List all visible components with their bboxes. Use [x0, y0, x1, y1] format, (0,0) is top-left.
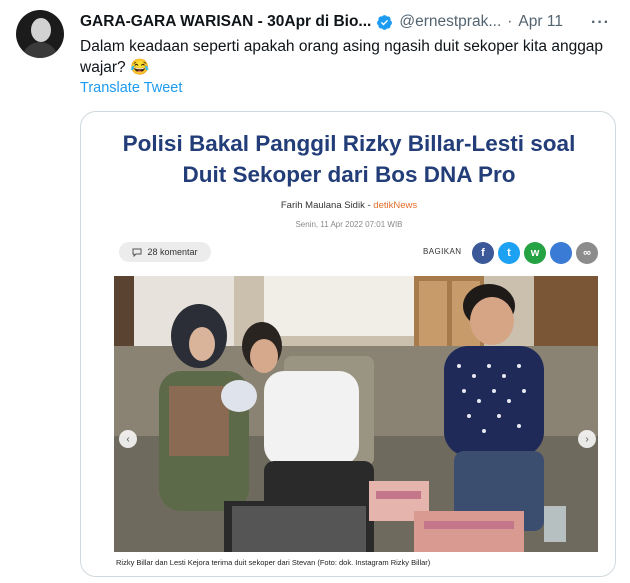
headline-line-1: Polisi Bakal Panggil Rizky Billar-Lesti … — [122, 131, 576, 156]
media-card[interactable]: Polisi Bakal Panggil Rizky Billar-Lesti … — [80, 111, 616, 577]
headline-line-2: Duit Sekoper dari Bos DNA Pro — [182, 162, 516, 187]
article-photo — [114, 276, 598, 552]
more-options-icon[interactable]: ··· — [591, 14, 610, 32]
avatar-shirt — [22, 42, 58, 58]
comments-pill: 28 komentar — [119, 242, 211, 262]
photo-illustration — [114, 276, 598, 552]
tweet-header: GARA-GARA WARISAN - 30Apr di Bio... @ern… — [80, 12, 620, 32]
comment-icon — [132, 248, 142, 257]
avatar[interactable] — [16, 10, 64, 58]
timestamp[interactable]: Apr 11 — [518, 13, 563, 31]
whatsapp-icon: w — [524, 242, 546, 264]
avatar-face — [31, 18, 51, 42]
verified-badge-icon — [377, 14, 393, 30]
article-byline: Farih Maulana Sidik - detikNews — [81, 200, 615, 211]
share-label: BAGIKAN — [423, 247, 462, 256]
tweet-text: Dalam keadaan seperti apakah orang asing… — [80, 38, 604, 76]
link-icon: ∞ — [576, 242, 598, 264]
handle[interactable]: @ernestprak... — [399, 13, 501, 31]
tweet[interactable]: GARA-GARA WARISAN - 30Apr di Bio... @ern… — [0, 0, 630, 583]
carousel-next-icon[interactable]: › — [578, 430, 596, 448]
translate-tweet-link[interactable]: Translate Tweet — [80, 80, 182, 96]
header-separator: · — [507, 13, 513, 30]
comments-count: 28 komentar — [147, 247, 198, 257]
display-name[interactable]: GARA-GARA WARISAN - 30Apr di Bio... — [80, 13, 371, 31]
photo-caption: Rizky Billar dan Lesti Kejora terima dui… — [116, 558, 431, 567]
article-headline: Polisi Bakal Panggil Rizky Billar-Lesti … — [81, 128, 615, 190]
article-date: Senin, 11 Apr 2022 07:01 WIB — [295, 220, 403, 229]
author: Farih Maulana Sidik — [280, 200, 365, 211]
twitter-icon: t — [498, 242, 520, 264]
source-name: detikNews — [373, 200, 418, 211]
facebook-icon: f — [472, 242, 494, 264]
carousel-prev-icon[interactable]: ‹ — [119, 430, 137, 448]
generic-share-icon — [550, 242, 572, 264]
